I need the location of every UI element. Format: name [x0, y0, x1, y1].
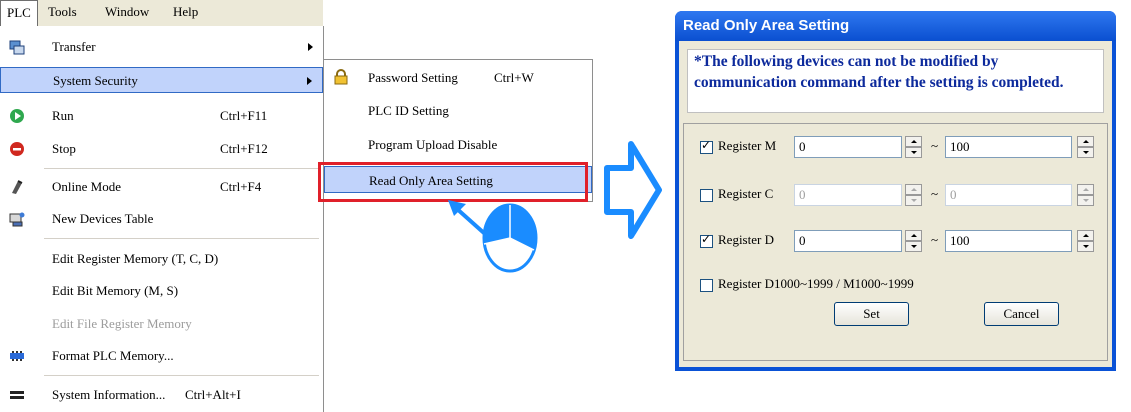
transfer-icon [9, 40, 25, 55]
register-d-checkbox[interactable] [700, 232, 713, 248]
read-only-area-setting-dialog: Read Only Area Setting *The following de… [675, 11, 1116, 371]
submenu-item-label: Password Setting [368, 70, 458, 85]
register-m-row: Register M 0 ~ 100 [684, 134, 1109, 162]
menu-divider [44, 375, 319, 376]
register-m-to-spinner[interactable] [1077, 136, 1094, 158]
range-separator: ~ [931, 138, 939, 153]
dialog-notice: *The following devices can not be modifi… [687, 49, 1104, 113]
menu-item-edit-file-register-memory: Edit File Register Memory [0, 311, 323, 337]
menu-divider [44, 168, 319, 169]
menu-divider [44, 238, 319, 239]
menu-item-label: Run [52, 108, 74, 123]
register-m-to-input[interactable]: 100 [945, 136, 1072, 158]
info-icon [10, 391, 24, 399]
register-m-from-spinner[interactable] [905, 136, 922, 158]
menu-item-label: System Security [53, 73, 138, 88]
register-d-from-spinner[interactable] [905, 230, 922, 252]
menu-item-shortcut: Ctrl+F11 [220, 108, 268, 123]
menu-item-label: Transfer [52, 39, 96, 54]
register-m-label: Register M [718, 138, 777, 153]
submenu-item-label: Program Upload Disable [368, 137, 498, 152]
menu-item-label: Format PLC Memory... [52, 348, 174, 363]
register-extended-label: Register D1000~1999 / M1000~1999 [718, 276, 914, 291]
dialog-title[interactable]: Read Only Area Setting [675, 11, 1116, 41]
menu-item-system-security[interactable]: System Security [0, 67, 323, 93]
menu-item-system-information[interactable]: System Information... Ctrl+Alt+I [0, 382, 323, 408]
menu-item-format-plc-memory[interactable]: Format PLC Memory... [0, 343, 323, 369]
menu-item-transfer[interactable]: Transfer [0, 34, 323, 60]
memory-icon [10, 351, 24, 361]
menu-item-label: Edit Bit Memory (M, S) [52, 283, 179, 298]
register-c-to-input: 0 [945, 184, 1072, 206]
menu-item-shortcut: Ctrl+Alt+I [185, 387, 241, 402]
register-m-from-input[interactable]: 0 [794, 136, 902, 158]
menu-plc[interactable]: PLC [0, 0, 38, 26]
menu-item-label: Stop [52, 141, 76, 156]
register-c-row: Register C 0 ~ 0 [684, 182, 1109, 210]
submenu-item-program-upload-disable[interactable]: Program Upload Disable [324, 131, 592, 158]
register-c-from-input: 0 [794, 184, 902, 206]
menu-item-label: New Devices Table [52, 211, 154, 226]
range-separator: ~ [931, 232, 939, 247]
menu-item-label: System Information... [52, 387, 166, 402]
range-separator: ~ [931, 186, 939, 201]
click-pointer-icon [448, 200, 538, 273]
register-d-label: Register D [718, 232, 774, 247]
menu-item-stop[interactable]: Stop Ctrl+F12 [0, 136, 323, 162]
register-d-to-spinner[interactable] [1077, 230, 1094, 252]
register-c-to-spinner [1077, 184, 1094, 206]
menu-item-label: Edit File Register Memory [52, 316, 192, 331]
register-extended-checkbox[interactable] [700, 279, 713, 292]
dialog-button-row: Set Cancel [684, 302, 1109, 330]
cancel-button[interactable]: Cancel [984, 302, 1059, 326]
submenu-item-password-setting[interactable]: Password Setting Ctrl+W [324, 64, 592, 91]
submenu-item-shortcut: Ctrl+W [494, 70, 534, 85]
menu-window[interactable]: Window [99, 0, 155, 24]
register-c-label: Register C [718, 186, 774, 201]
submenu-arrow-icon [308, 43, 313, 51]
register-m-checkbox[interactable] [700, 138, 713, 154]
menu-tools[interactable]: Tools [42, 0, 83, 24]
register-c-from-spinner [905, 184, 922, 206]
register-range-group: Register M 0 ~ 100 Register C 0 ~ 0 Re [683, 123, 1108, 361]
set-button[interactable]: Set [834, 302, 909, 326]
menu-item-shortcut: Ctrl+F4 [220, 179, 262, 194]
run-icon [10, 109, 24, 123]
next-step-arrow-icon [604, 141, 662, 239]
menu-item-edit-register-memory[interactable]: Edit Register Memory (T, C, D) [0, 246, 323, 272]
menu-item-label: Online Mode [52, 179, 121, 194]
online-mode-icon [12, 180, 23, 194]
menu-item-edit-bit-memory[interactable]: Edit Bit Memory (M, S) [0, 278, 323, 304]
menu-item-shortcut: Ctrl+F12 [220, 141, 268, 156]
menu-item-online-mode[interactable]: Online Mode Ctrl+F4 [0, 174, 323, 200]
submenu-item-plc-id-setting[interactable]: PLC ID Setting [324, 97, 592, 124]
menu-item-run[interactable]: Run Ctrl+F11 [0, 103, 323, 129]
register-d-to-input[interactable]: 100 [945, 230, 1072, 252]
menu-item-new-devices-table[interactable]: New Devices Table [0, 206, 323, 232]
menu-item-label: Edit Register Memory (T, C, D) [52, 251, 219, 266]
lock-icon [334, 69, 348, 85]
submenu-arrow-icon [307, 77, 312, 85]
register-c-checkbox[interactable] [700, 189, 713, 202]
plc-dropdown-menu: Transfer System Security Run Ctrl+F11 St… [0, 26, 324, 412]
devices-table-icon [9, 212, 25, 227]
stop-icon [10, 142, 24, 156]
menu-bar: PLC Tools Window Help [0, 0, 323, 26]
register-d-row: Register D 0 ~ 100 [684, 228, 1109, 256]
register-d-from-input[interactable]: 0 [794, 230, 902, 252]
menu-help[interactable]: Help [167, 0, 204, 24]
register-extended-row: Register D1000~1999 / M1000~1999 [684, 272, 1109, 300]
submenu-item-label: PLC ID Setting [368, 103, 449, 118]
dialog-body: *The following devices can not be modifi… [679, 41, 1112, 367]
